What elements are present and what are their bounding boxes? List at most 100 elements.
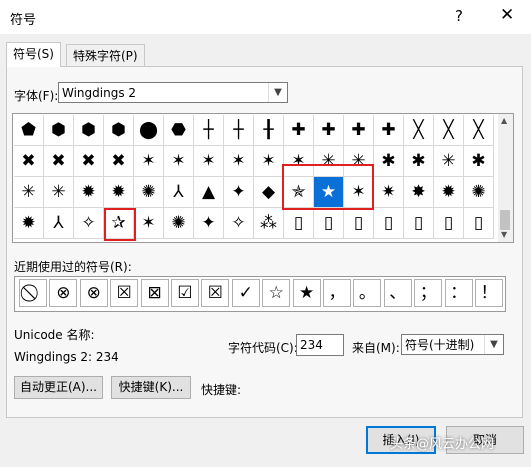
recent-symbol-cell[interactable]: 。 bbox=[353, 279, 382, 307]
autocorrect-button[interactable]: 自动更正(A)... bbox=[14, 376, 103, 399]
recent-symbol-cell[interactable]: ☑ bbox=[171, 279, 199, 307]
symbol-cell[interactable]: ⬢ bbox=[44, 115, 74, 146]
symbol-cell[interactable]: ▯ bbox=[464, 208, 494, 239]
recent-symbol-cell[interactable]: ☆ bbox=[262, 279, 291, 307]
symbol-cell[interactable]: ◆ bbox=[254, 177, 284, 208]
symbol-cell[interactable]: ✳ bbox=[434, 146, 464, 177]
symbol-cell[interactable]: ┼ bbox=[194, 115, 224, 146]
shortcut-key-label: 快捷键: bbox=[201, 383, 242, 397]
symbol-cell[interactable]: ✳ bbox=[14, 177, 44, 208]
symbol-cell[interactable]: ⬢ bbox=[74, 115, 104, 146]
char-code-input[interactable]: 234 bbox=[296, 334, 344, 356]
symbol-cell[interactable]: ▯ bbox=[344, 208, 374, 239]
symbol-cell[interactable]: ✖ bbox=[44, 146, 74, 177]
symbol-cell[interactable]: ✹ bbox=[104, 177, 134, 208]
symbol-cell[interactable]: ⬢ bbox=[104, 115, 134, 146]
chevron-down-icon: ▼ bbox=[484, 335, 503, 354]
symbol-cell[interactable]: ✱ bbox=[464, 146, 494, 177]
symbol-cell[interactable]: ╳ bbox=[464, 115, 494, 146]
tab-symbols[interactable]: 符号(S) bbox=[6, 42, 61, 67]
symbol-cell[interactable]: ✧ bbox=[74, 208, 104, 239]
symbol-cell[interactable]: ✹ bbox=[74, 177, 104, 208]
symbol-cell[interactable]: ✳ bbox=[44, 177, 74, 208]
symbol-cell[interactable]: ✷ bbox=[374, 177, 404, 208]
symbol-cell[interactable]: ✶ bbox=[134, 208, 164, 239]
symbol-cell[interactable]: ▯ bbox=[374, 208, 404, 239]
symbol-cell[interactable]: ✖ bbox=[104, 146, 134, 177]
symbol-cell[interactable]: ⁂ bbox=[254, 208, 284, 239]
symbol-cell[interactable]: ✖ bbox=[14, 146, 44, 177]
close-button[interactable]: ✕ bbox=[500, 5, 514, 25]
from-select-value: 符号(十进制) bbox=[405, 338, 475, 352]
unicode-name-label: Unicode 名称: bbox=[14, 328, 95, 342]
font-select[interactable]: Wingdings 2 ▼ bbox=[58, 82, 288, 103]
symbol-cell[interactable]: ▯ bbox=[284, 208, 314, 239]
recent-symbol-cell[interactable]: ☒ bbox=[201, 279, 230, 307]
scroll-up-icon[interactable]: ▲ bbox=[501, 116, 507, 125]
symbol-cell[interactable]: ╳ bbox=[434, 115, 464, 146]
symbol-cell[interactable]: ✖ bbox=[74, 146, 104, 177]
recent-symbol-cell[interactable]: ； bbox=[414, 279, 443, 307]
symbol-cell[interactable]: ✦ bbox=[224, 177, 254, 208]
symbol-cell[interactable]: ✚ bbox=[314, 115, 344, 146]
symbol-cell[interactable]: ✶ bbox=[224, 146, 254, 177]
symbol-cell[interactable]: ✶ bbox=[164, 146, 194, 177]
symbol-cell[interactable]: ✶ bbox=[254, 146, 284, 177]
recent-symbol-cell[interactable]: ， bbox=[323, 279, 351, 307]
char-code-label: 字符代码(C): bbox=[228, 341, 298, 355]
symbol-cell[interactable]: ✺ bbox=[164, 208, 194, 239]
symbol-cell[interactable]: ✹ bbox=[434, 177, 464, 208]
symbol-cell[interactable]: ╳ bbox=[404, 115, 434, 146]
watermark: 头条@风云办公网 bbox=[390, 437, 495, 452]
recent-symbol-cell[interactable]: ★ bbox=[292, 279, 321, 307]
symbol-cell[interactable]: ✦ bbox=[194, 208, 224, 239]
recent-symbols-row: ⃠⊗⊗☒⊠☑☒✓☆★，。、；：！ bbox=[14, 276, 506, 312]
symbol-cell[interactable]: ▲ bbox=[194, 177, 224, 208]
symbol-cell[interactable]: ⅄ bbox=[164, 177, 194, 208]
dialog-title: 符号 bbox=[10, 13, 37, 28]
symbol-cell[interactable]: ▯ bbox=[404, 208, 434, 239]
recent-symbol-cell[interactable]: ✓ bbox=[231, 279, 260, 307]
font-select-value: Wingdings 2 bbox=[62, 86, 137, 100]
recent-symbol-cell[interactable]: ： bbox=[444, 279, 473, 307]
highlight-box-star bbox=[104, 208, 136, 241]
symbol-cell[interactable]: ✧ bbox=[224, 208, 254, 239]
recent-symbol-cell[interactable]: 、 bbox=[383, 279, 412, 307]
recent-symbol-cell[interactable]: ！ bbox=[475, 279, 503, 307]
symbol-cell[interactable]: ✸ bbox=[404, 177, 434, 208]
recent-symbol-cell[interactable]: ⊠ bbox=[140, 279, 169, 307]
symbol-cell[interactable]: ⬣ bbox=[164, 115, 194, 146]
symbol-cell[interactable]: ✱ bbox=[404, 146, 434, 177]
symbol-cell[interactable]: ✺ bbox=[134, 177, 164, 208]
scroll-down-icon[interactable]: ▼ bbox=[501, 230, 507, 239]
character-description: Wingdings 2: 234 bbox=[14, 350, 119, 364]
recent-symbol-cell[interactable]: ☒ bbox=[110, 279, 139, 307]
help-button[interactable]: ? bbox=[455, 7, 463, 25]
symbol-cell[interactable]: ╂ bbox=[254, 115, 284, 146]
symbol-cell[interactable]: ▯ bbox=[314, 208, 344, 239]
symbol-cell[interactable]: ✶ bbox=[134, 146, 164, 177]
symbol-cell[interactable]: ▯ bbox=[434, 208, 464, 239]
symbol-cell[interactable]: ⬤ bbox=[134, 115, 164, 146]
symbol-cell[interactable]: ✱ bbox=[374, 146, 404, 177]
from-label: 来自(M): bbox=[352, 341, 400, 355]
shortcut-key-button[interactable]: 快捷键(K)... bbox=[111, 376, 191, 399]
recent-symbol-cell[interactable]: ⊗ bbox=[49, 279, 78, 307]
symbol-grid[interactable]: ⬟ ⬢ ⬢ ⬢ ⬤ ⬣ ┼ ┼ ╂ ✚ ✚ ✚ ✚ ╳ ╳ ╳ ✖ ✖ ✖ ✖ ✶ ✶ ✶ ✶ ✶ ✶ ✳ ✳ ✱ ✱ ✳ ✱ ✳ ✳ ✹ ✹ ✺ ⅄ ▲ ✦… bbox=[12, 113, 500, 243]
recent-symbol-cell[interactable]: ⃠ bbox=[19, 279, 47, 307]
from-select[interactable]: 符号(十进制) ▼ bbox=[401, 334, 504, 355]
symbol-cell[interactable]: ✚ bbox=[284, 115, 314, 146]
tab-special-characters[interactable]: 特殊字符(P) bbox=[66, 44, 145, 67]
recent-symbol-cell[interactable]: ⊗ bbox=[79, 279, 108, 307]
symbol-cell[interactable]: ✹ bbox=[14, 208, 44, 239]
symbol-cell[interactable]: ⅄ bbox=[44, 208, 74, 239]
symbol-cell[interactable]: ✚ bbox=[344, 115, 374, 146]
symbol-cell[interactable]: ⬟ bbox=[14, 115, 44, 146]
symbol-cell[interactable]: ✚ bbox=[374, 115, 404, 146]
symbol-cell[interactable]: ✶ bbox=[194, 146, 224, 177]
font-label: 字体(F): bbox=[14, 89, 59, 103]
symbol-cell[interactable]: ✺ bbox=[464, 177, 494, 208]
symbol-cell[interactable]: ┼ bbox=[224, 115, 254, 146]
scrollbar-thumb[interactable] bbox=[500, 210, 510, 230]
chevron-down-icon: ▼ bbox=[268, 83, 287, 102]
